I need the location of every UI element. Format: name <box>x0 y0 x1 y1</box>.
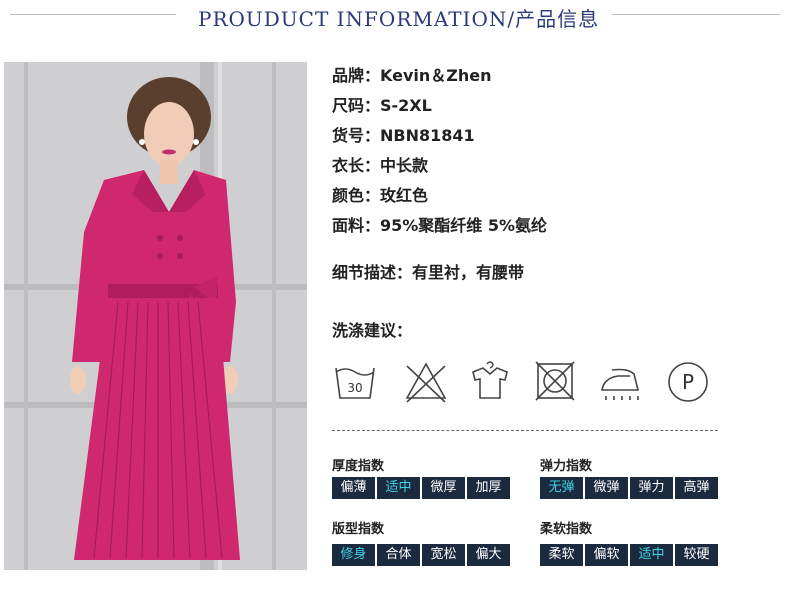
elasticity-option: 微弹 <box>585 477 628 499</box>
elasticity-options: 无弹 微弹 弹力 高弹 <box>540 477 718 499</box>
softness-option: 柔软 <box>540 544 583 566</box>
header-rule-right <box>612 14 780 15</box>
length-row: 衣长：中长款 <box>332 156 429 175</box>
detail-description: 细节描述：有里衬，有腰带 <box>332 263 525 282</box>
thickness-option: 适中 <box>377 477 420 499</box>
sku-row: 货号：NBN81841 <box>332 126 475 145</box>
wash-temp: 30 <box>347 381 362 395</box>
fabric-row: 面料：95%聚酯纤维 5%氨纶 <box>332 216 548 235</box>
product-info-list: 品牌：Kevin＆Zhen 尺码：S-2XL 货号：NBN81841 衣长：中长… <box>332 63 547 243</box>
fit-options: 修身 合体 宽松 偏大 <box>332 544 510 566</box>
fit-option: 合体 <box>377 544 420 566</box>
softness-options: 柔软 偏软 适中 较硬 <box>540 544 718 566</box>
softness-option: 偏软 <box>585 544 628 566</box>
dry-clean-letter: P <box>682 370 694 394</box>
section-header: PROUDUCT INFORMATION/产品信息 <box>0 0 790 34</box>
fit-index-label: 版型指数 <box>332 522 385 537</box>
no-bleach-icon <box>405 362 447 403</box>
dashed-divider <box>332 430 718 431</box>
elasticity-option: 高弹 <box>675 477 718 499</box>
fit-option: 偏大 <box>467 544 510 566</box>
hang-dry-icon <box>472 361 508 399</box>
elasticity-index: 弹力指数 无弹 微弹 弹力 高弹 <box>540 455 718 499</box>
no-tumble-dry-icon <box>535 361 575 401</box>
steam-iron-icon <box>601 368 640 400</box>
wash-30-icon: 30 <box>335 367 375 399</box>
thickness-option: 加厚 <box>467 477 510 499</box>
thickness-index-label: 厚度指数 <box>332 459 385 474</box>
brand-row: 品牌：Kevin＆Zhen <box>332 66 492 85</box>
elasticity-option: 弹力 <box>630 477 673 499</box>
softness-index-label: 柔软指数 <box>540 522 593 537</box>
softness-index: 柔软指数 柔软 偏软 适中 较硬 <box>540 518 718 566</box>
softness-option: 较硬 <box>675 544 718 566</box>
thickness-option: 偏薄 <box>332 477 375 499</box>
color-row: 颜色：玫红色 <box>332 186 429 205</box>
thickness-index: 厚度指数 偏薄 适中 微厚 加厚 <box>332 455 510 499</box>
elasticity-option: 无弹 <box>540 477 583 499</box>
dry-clean-p-icon: P <box>668 362 708 402</box>
fit-option: 修身 <box>332 544 375 566</box>
fit-index: 版型指数 修身 合体 宽松 偏大 <box>332 518 510 566</box>
care-icons: 30 P <box>332 356 722 412</box>
elasticity-index-label: 弹力指数 <box>540 459 593 474</box>
section-title: PROUDUCT INFORMATION/产品信息 <box>198 7 600 31</box>
header-rule-left <box>10 14 176 15</box>
fit-option: 宽松 <box>422 544 465 566</box>
thickness-option: 微厚 <box>422 477 465 499</box>
thickness-options: 偏薄 适中 微厚 加厚 <box>332 477 510 499</box>
softness-option: 适中 <box>630 544 673 566</box>
size-row: 尺码：S-2XL <box>332 96 432 115</box>
product-photo <box>4 62 307 570</box>
wash-title: 洗涤建议： <box>332 321 413 340</box>
